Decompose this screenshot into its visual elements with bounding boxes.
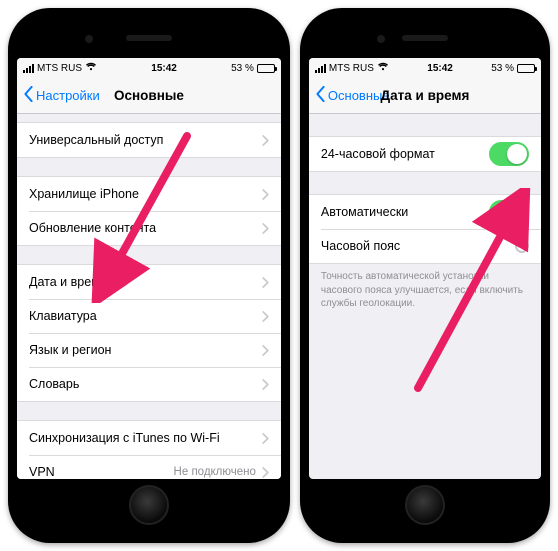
nav-bar: Настройки Основные <box>17 78 281 114</box>
chevron-right-icon <box>262 189 269 200</box>
battery-icon <box>257 64 275 73</box>
row-label: Словарь <box>29 377 262 391</box>
chevron-right-icon <box>262 277 269 288</box>
back-label: Основные <box>328 88 390 103</box>
status-time: 15:42 <box>427 63 453 74</box>
row-label: Синхронизация с iTunes по Wi-Fi <box>29 431 262 445</box>
carrier-label: MTS RUS <box>329 63 374 74</box>
toggle-set-automatically[interactable] <box>489 200 529 224</box>
row-24h-format[interactable]: 24-часовой формат <box>309 137 541 171</box>
row-dictionary[interactable]: Словарь <box>17 367 281 401</box>
row-label: Дата и время <box>29 275 262 289</box>
home-button[interactable] <box>405 485 445 525</box>
row-accessibility[interactable]: Универсальный доступ <box>17 123 281 157</box>
home-button-area <box>17 479 281 531</box>
back-button[interactable]: Настройки <box>23 86 100 105</box>
row-label: VPN <box>29 465 174 479</box>
settings-list[interactable]: 24-часовой формат Автоматически Часовой … <box>309 114 541 479</box>
back-button[interactable]: Основные <box>315 86 390 105</box>
row-date-time[interactable]: Дата и время <box>17 265 281 299</box>
phone-top-bar <box>309 18 541 58</box>
chevron-right-icon <box>262 311 269 322</box>
status-bar: MTS RUS 15:42 53 % <box>17 58 281 78</box>
row-value: Не подключено <box>174 466 256 478</box>
chevron-right-icon <box>262 433 269 444</box>
wifi-icon <box>377 62 389 74</box>
row-keyboard[interactable]: Клавиатура <box>17 299 281 333</box>
status-bar: MTS RUS 15:42 53 % <box>309 58 541 78</box>
carrier-label: MTS RUS <box>37 63 82 74</box>
chevron-right-icon <box>262 135 269 146</box>
row-label: Обновление контента <box>29 221 262 235</box>
back-label: Настройки <box>36 88 100 103</box>
row-label: Автоматически <box>321 205 489 219</box>
chevron-right-icon <box>262 467 269 478</box>
chevron-right-icon <box>262 379 269 390</box>
screen-left: MTS RUS 15:42 53 % Настройки Основные <box>17 58 281 479</box>
row-language-region[interactable]: Язык и регион <box>17 333 281 367</box>
chevron-left-icon <box>315 86 326 105</box>
row-label: Язык и регион <box>29 343 262 357</box>
row-label: 24-часовой формат <box>321 147 489 161</box>
signal-icon <box>315 64 326 73</box>
loading-spinner-icon <box>515 239 529 253</box>
phone-top-bar <box>17 18 281 58</box>
row-label: Клавиатура <box>29 309 262 323</box>
nav-bar: Основные Дата и время <box>309 78 541 114</box>
row-label: Хранилище iPhone <box>29 187 262 201</box>
row-vpn[interactable]: VPN Не подключено <box>17 455 281 479</box>
row-background-refresh[interactable]: Обновление контента <box>17 211 281 245</box>
home-button-area <box>309 479 541 531</box>
row-label: Универсальный доступ <box>29 133 262 147</box>
group-footer-note: Точность автоматической установки часово… <box>309 264 541 311</box>
toggle-24h-format[interactable] <box>489 142 529 166</box>
home-button[interactable] <box>129 485 169 525</box>
status-time: 15:42 <box>151 63 177 74</box>
wifi-icon <box>85 62 97 74</box>
row-iphone-storage[interactable]: Хранилище iPhone <box>17 177 281 211</box>
battery-pct: 53 % <box>231 63 254 74</box>
settings-list[interactable]: Универсальный доступ Хранилище iPhone Об… <box>17 114 281 479</box>
row-set-automatically[interactable]: Автоматически <box>309 195 541 229</box>
iphone-mockup-left: MTS RUS 15:42 53 % Настройки Основные <box>8 8 290 543</box>
signal-icon <box>23 64 34 73</box>
battery-icon <box>517 64 535 73</box>
chevron-right-icon <box>262 223 269 234</box>
row-timezone[interactable]: Часовой пояс <box>309 229 541 263</box>
row-itunes-wifi-sync[interactable]: Синхронизация с iTunes по Wi-Fi <box>17 421 281 455</box>
battery-pct: 53 % <box>491 63 514 74</box>
screen-right: MTS RUS 15:42 53 % Основные Дата и время <box>309 58 541 479</box>
iphone-mockup-right: MTS RUS 15:42 53 % Основные Дата и время <box>300 8 550 543</box>
row-label: Часовой пояс <box>321 239 515 253</box>
chevron-left-icon <box>23 86 34 105</box>
chevron-right-icon <box>262 345 269 356</box>
